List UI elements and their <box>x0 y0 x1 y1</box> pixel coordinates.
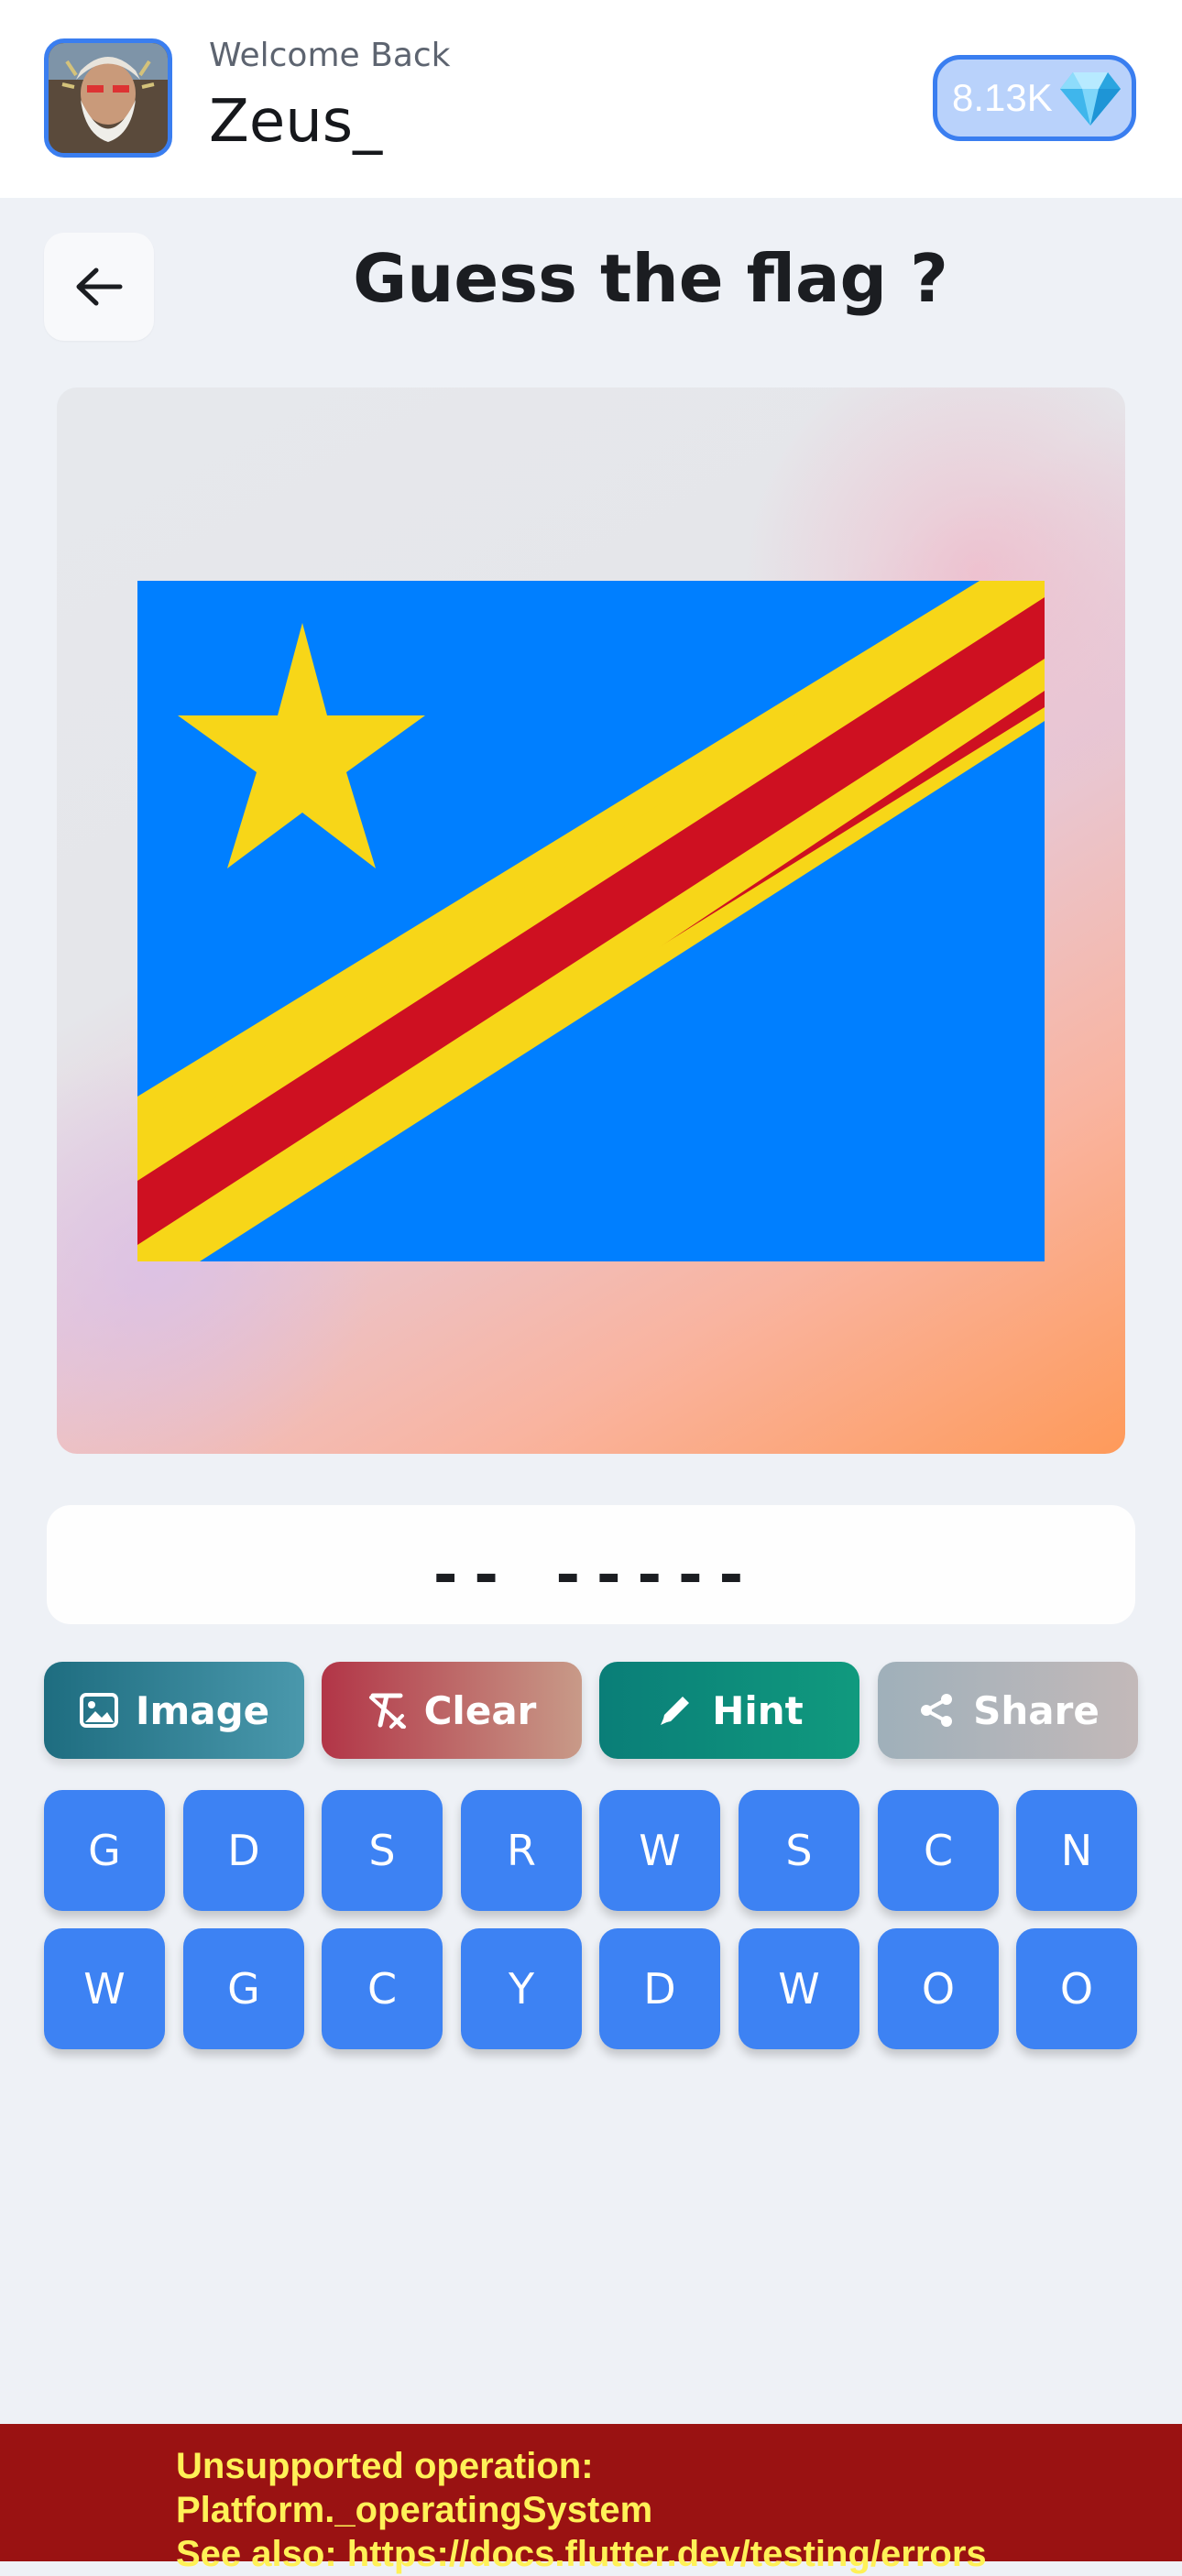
page-title: Guess the flag ? <box>353 240 948 317</box>
letter-key[interactable]: D <box>183 1790 304 1911</box>
letter-key[interactable]: W <box>44 1928 165 2049</box>
error-line-1: Unsupported operation: <box>176 2446 594 2486</box>
image-button[interactable]: Image <box>44 1662 304 1759</box>
clear-button-label: Clear <box>423 1687 537 1733</box>
letter-key[interactable]: R <box>461 1790 582 1911</box>
share-icon <box>921 1694 953 1727</box>
diamond-icon <box>1060 72 1121 126</box>
gems-balance[interactable]: 8.13K <box>933 55 1136 141</box>
letter-key[interactable]: G <box>44 1790 165 1911</box>
app-header: Welcome Back Zeus_ 8.13K <box>0 0 1182 198</box>
avatar-portrait-image <box>49 43 168 153</box>
answer-mask: -- ----- <box>427 1542 755 1610</box>
hint-button[interactable]: Hint <box>599 1662 859 1759</box>
letter-key[interactable]: G <box>183 1928 304 2049</box>
avatar[interactable] <box>44 38 172 158</box>
letter-key[interactable]: O <box>878 1928 999 2049</box>
letter-key[interactable]: S <box>322 1790 443 1911</box>
letter-key[interactable]: C <box>322 1928 443 2049</box>
welcome-text: Welcome Back <box>209 37 451 74</box>
error-line-2: Platform._operatingSystem <box>176 2490 653 2530</box>
clear-format-icon <box>368 1693 406 1729</box>
flag-card <box>57 387 1125 1454</box>
flag-image <box>137 581 1045 1261</box>
share-button-label: Share <box>973 1687 1100 1733</box>
letter-key[interactable]: O <box>1016 1928 1137 2049</box>
hint-button-label: Hint <box>712 1687 804 1733</box>
image-icon <box>79 1693 118 1728</box>
error-banner: Unsupported operation: Platform._operati… <box>0 2424 1182 2574</box>
clear-button[interactable]: Clear <box>322 1662 582 1759</box>
answer-field[interactable]: -- ----- <box>47 1505 1135 1624</box>
letter-key[interactable]: S <box>739 1790 859 1911</box>
share-button[interactable]: Share <box>878 1662 1138 1759</box>
letter-key[interactable]: W <box>599 1790 720 1911</box>
letter-key[interactable]: N <box>1016 1790 1137 1911</box>
letter-key[interactable]: Y <box>461 1928 582 2049</box>
error-line-3: See also: https://docs.flutter.dev/testi… <box>176 2534 987 2574</box>
pencil-icon <box>661 1697 690 1725</box>
letter-key[interactable]: D <box>599 1928 720 2049</box>
gems-count: 8.13K <box>952 76 1053 119</box>
username: Zeus_ <box>209 88 383 156</box>
letter-key[interactable]: W <box>739 1928 859 2049</box>
letter-key[interactable]: C <box>878 1790 999 1911</box>
action-row: Image Clear Hint Share <box>44 1662 1138 1759</box>
error-message: Unsupported operation: Platform._operati… <box>176 2444 1166 2576</box>
image-button-label: Image <box>135 1687 270 1733</box>
